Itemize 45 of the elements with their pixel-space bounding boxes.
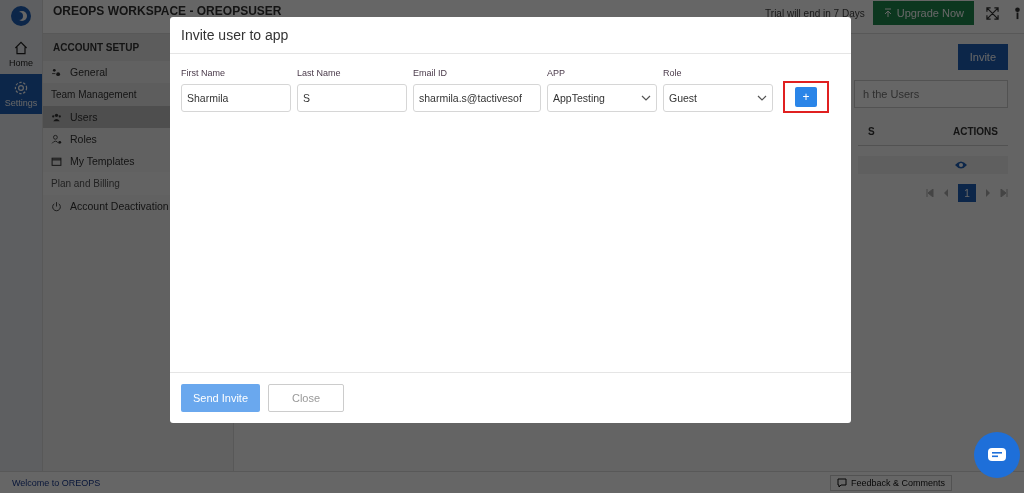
column-header: ACTIONS	[953, 126, 998, 137]
invite-button[interactable]: Invite	[957, 44, 1008, 70]
nav-item[interactable]: Home	[0, 34, 42, 74]
feedback-button[interactable]: Feedback & Comments	[829, 474, 952, 491]
previous-page-icon[interactable]	[942, 189, 950, 197]
sidebar-item[interactable]: Account Deactivation	[43, 195, 233, 217]
dropdown[interactable]: Guest	[663, 84, 773, 112]
chat-icon	[987, 447, 1007, 463]
input-field[interactable]: Sharmila	[181, 84, 291, 112]
workspace-title: OREOPS WORKSPACE - OREOPSUSER	[53, 4, 282, 18]
eye-icon[interactable]	[954, 160, 968, 170]
send-button[interactable]: Send Invite	[181, 384, 261, 412]
field-label: Last Name	[297, 68, 342, 78]
field-label: APP	[547, 68, 566, 78]
add-button[interactable]: +	[795, 87, 817, 107]
input-field[interactable]: sharmila.s@tactivesof	[413, 84, 541, 112]
chevron-down-icon	[757, 95, 767, 101]
input-field[interactable]: S	[297, 84, 407, 112]
sidebar-item[interactable]: My Templates	[43, 150, 233, 172]
column-header: S	[868, 126, 875, 137]
field-label: Role	[663, 68, 683, 78]
speech-bubble-icon	[836, 477, 847, 488]
settings-icon	[13, 80, 29, 96]
window-icon	[51, 155, 62, 167]
first-page-icon[interactable]	[926, 189, 934, 197]
page-button[interactable]: 1	[958, 184, 976, 202]
upgrade-button[interactable]: Upgrade Now	[872, 1, 974, 25]
field-label: Email ID	[413, 68, 448, 78]
power-icon	[51, 200, 62, 212]
fullscreen-icon[interactable]	[986, 7, 999, 20]
last-page-icon[interactable]	[1000, 189, 1008, 197]
field-label: First Name	[181, 68, 226, 78]
logo-icon	[9, 4, 33, 28]
next-page-icon[interactable]	[984, 189, 992, 197]
chevron-down-icon	[641, 95, 651, 101]
upload-icon	[882, 8, 893, 18]
welcome-text: Welcome to OREOPS	[12, 477, 101, 488]
chat-button[interactable]	[974, 432, 1020, 478]
dropdown[interactable]: AppTesting	[547, 84, 657, 112]
home-icon	[13, 40, 29, 56]
sidebar-item[interactable]: Roles	[43, 128, 233, 150]
close-button[interactable]: Close	[268, 384, 345, 412]
nav-item[interactable]: Settings	[0, 74, 42, 114]
trial-notice: Trial will end in 7 Days	[765, 8, 865, 19]
users-icon	[51, 111, 62, 123]
